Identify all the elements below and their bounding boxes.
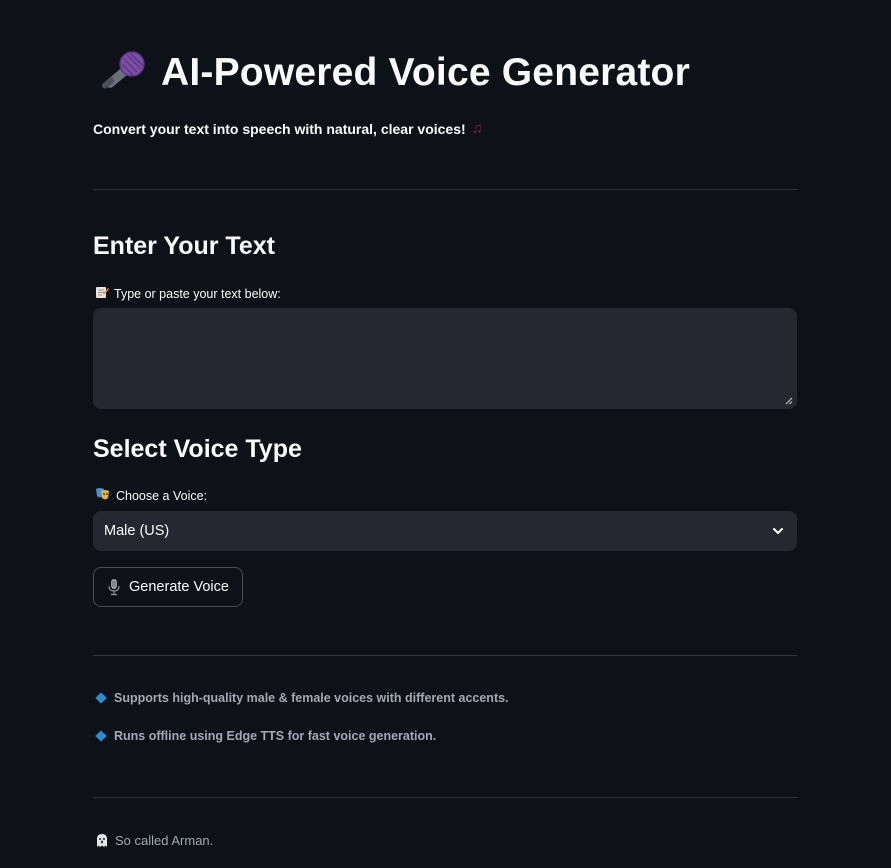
app-page: AI-Powered Voice Generator Convert your …	[0, 0, 891, 868]
page-subtitle-text: Convert your text into speech with natur…	[93, 120, 466, 137]
musical-notes-icon: ♫	[471, 120, 483, 137]
voice-select-value: Male (US)	[104, 523, 170, 539]
page-title: AI-Powered Voice Generator	[99, 50, 690, 96]
select-voice-heading: Select Voice Type	[93, 435, 302, 463]
studio-microphone-icon	[108, 579, 120, 596]
enter-text-heading: Enter Your Text	[93, 232, 275, 260]
footer-text: So called Arman.	[115, 833, 214, 848]
blue-diamond-icon	[95, 692, 107, 704]
page-subtitle: Convert your text into speech with natur…	[93, 120, 483, 137]
ghost-icon	[97, 834, 107, 847]
info-bullet-2-text: Runs offline using Edge TTS for fast voi…	[114, 729, 437, 743]
footer: So called Arman.	[95, 833, 213, 848]
divider-top	[93, 189, 797, 190]
chevron-down-icon[interactable]	[771, 524, 785, 538]
microphone-icon	[99, 50, 147, 96]
page-title-text: AI-Powered Voice Generator	[161, 51, 690, 94]
text-input-label: Type or paste your text below:	[95, 285, 281, 302]
text-input-label-text: Type or paste your text below:	[114, 286, 281, 301]
voice-select-label: Choose a Voice:	[95, 487, 207, 504]
divider-bottom	[93, 797, 797, 798]
voice-select-label-text: Choose a Voice:	[116, 488, 208, 503]
info-bullet-1: Supports high-quality male & female voic…	[95, 691, 509, 705]
generate-voice-button-label: Generate Voice	[129, 579, 229, 595]
blue-diamond-icon	[95, 730, 107, 742]
generate-voice-button[interactable]: Generate Voice	[93, 567, 243, 607]
info-bullet-2: Runs offline using Edge TTS for fast voi…	[95, 729, 437, 743]
resize-handle-icon[interactable]	[785, 397, 793, 405]
voice-select[interactable]: Male (US)	[93, 511, 797, 551]
performing-arts-icon	[95, 487, 111, 504]
info-bullet-1-text: Supports high-quality male & female voic…	[114, 691, 509, 705]
text-input-area[interactable]	[93, 308, 797, 409]
memo-icon	[95, 285, 109, 302]
divider-middle	[93, 655, 797, 656]
